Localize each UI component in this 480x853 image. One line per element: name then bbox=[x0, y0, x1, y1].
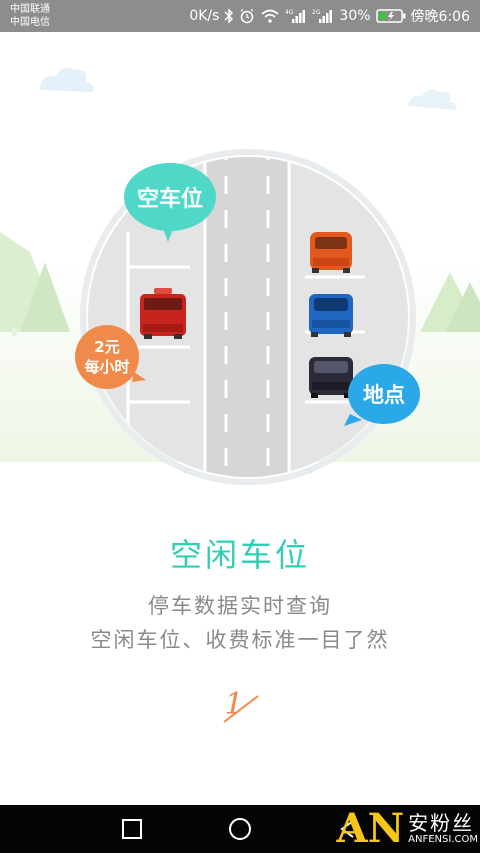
status-bar: 中国联通 中国电信 0K/s 4G 2G 30% 傍晚6:06 bbox=[0, 0, 480, 32]
net-speed: 0K/s bbox=[189, 8, 220, 24]
watermark-logo: AN bbox=[336, 805, 405, 852]
status-indicators: 0K/s 4G 2G 30% 傍晚6:06 bbox=[189, 0, 470, 32]
bluetooth-icon bbox=[224, 6, 234, 26]
carrier-info: 中国联通 中国电信 bbox=[10, 3, 50, 29]
signal-icon-1: 4G bbox=[285, 6, 307, 26]
page-indicator: 1 bbox=[223, 687, 259, 723]
signal-2-tag: 2G bbox=[312, 9, 321, 16]
car-icon-black bbox=[309, 357, 353, 398]
feature-description-1: 停车数据实时查询 bbox=[148, 594, 332, 618]
back-button[interactable] bbox=[120, 817, 144, 841]
signal-1-tag: 4G bbox=[285, 9, 294, 16]
battery-percent: 30% bbox=[339, 8, 371, 24]
carrier-2: 中国电信 bbox=[10, 17, 50, 28]
battery-icon bbox=[375, 6, 406, 26]
watermark: AN 安粉丝 ANFENSI.COM bbox=[337, 805, 478, 853]
home-icon bbox=[229, 818, 251, 840]
car-icon-red-van bbox=[140, 288, 186, 339]
feature-title: 空闲车位 bbox=[169, 536, 310, 574]
price-line-2: 每小时 bbox=[84, 358, 129, 376]
wifi-icon bbox=[260, 6, 280, 26]
clock-time: 傍晚6:06 bbox=[410, 9, 470, 25]
feature-description-2: 空闲车位、收费标准一目了然 bbox=[90, 628, 390, 652]
home-button[interactable] bbox=[228, 817, 252, 841]
page-number: 1 bbox=[224, 687, 243, 722]
signal-icon-2: 2G bbox=[312, 6, 334, 26]
watermark-cn: 安粉丝 bbox=[408, 811, 475, 835]
location-label: 地点 bbox=[363, 383, 405, 407]
back-icon bbox=[122, 819, 142, 839]
price-line-1: 2元 bbox=[94, 338, 119, 356]
watermark-en: ANFENSI.COM bbox=[408, 834, 478, 845]
alarm-icon bbox=[239, 6, 255, 26]
car-icon-orange bbox=[310, 232, 352, 273]
parking-illustration: 空车位 2元 每小时 地点 bbox=[0, 32, 480, 492]
onboarding-screen: 中国联通 中国电信 0K/s 4G 2G 30% 傍晚6:06 空车位 2元 每… bbox=[0, 0, 480, 853]
carrier-1: 中国联通 bbox=[10, 4, 50, 15]
bubble-top-label: 空车位 bbox=[137, 186, 203, 212]
car-icon-blue bbox=[309, 294, 353, 337]
